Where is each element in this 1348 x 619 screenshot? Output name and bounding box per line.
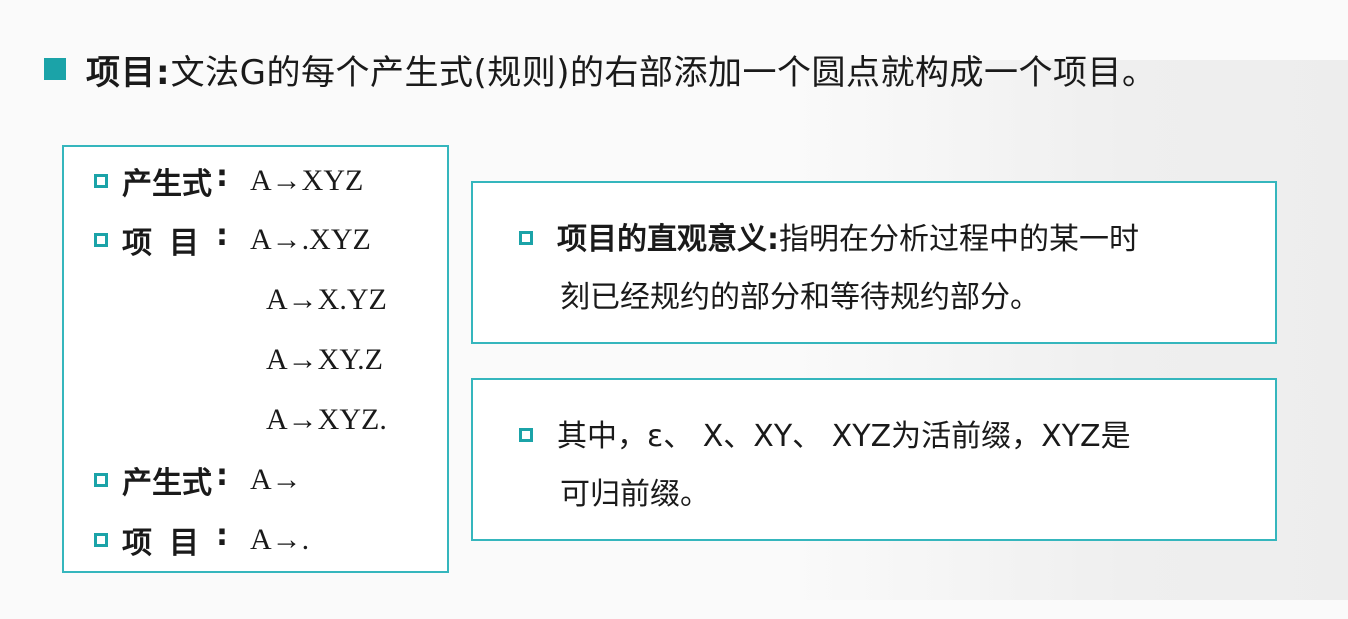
slide-title: 项目: 文法G的每个产生式(规则)的右部添加一个圆点就构成一个项目。 xyxy=(44,44,1156,94)
item-value: A→. xyxy=(250,523,310,556)
item-line: A→XY.Z xyxy=(266,343,383,376)
production-label: 产生式: xyxy=(122,159,228,202)
viable-prefix-text: 其中，ε、 X、XY、 XYZ为活前缀，XYZ是 可归前缀。 xyxy=(519,408,1219,524)
item-row: 项目: A→.XYZ xyxy=(94,218,371,261)
production-value: A→ xyxy=(250,463,302,496)
hollow-square-bullet-icon xyxy=(519,427,533,442)
title-term: 项目: xyxy=(86,52,171,93)
intuitive-meaning-text: 项目的直观意义:指明在分析过程中的某一时 刻已经规约的部分和等待规约部分。 xyxy=(519,211,1219,327)
item-line: A→X.YZ xyxy=(266,283,387,316)
title-definition: 文法G的每个产生式(规则)的右部添加一个圆点就构成一个项目。 xyxy=(170,52,1157,93)
intuitive-meaning-heading: 项目的直观意义: xyxy=(557,222,779,257)
viable-prefix-line2: 可归前缀。 xyxy=(560,477,710,512)
item-value: A→.XYZ xyxy=(250,223,371,256)
hollow-square-bullet-icon xyxy=(94,174,108,188)
title-bullet-square xyxy=(44,58,66,80)
item-line: A→XYZ. xyxy=(266,403,387,436)
intuitive-meaning-line1: 指明在分析过程中的某一时 xyxy=(779,222,1139,257)
hollow-square-bullet-icon xyxy=(94,233,108,247)
intuitive-meaning-line2: 刻已经规约的部分和等待规约部分。 xyxy=(560,280,1040,315)
production-items-box: 产生式: A→XYZ 项目: A→.XYZ A→X.YZ A→XY.Z A→XY… xyxy=(62,145,449,573)
item-row: 项目: A→. xyxy=(94,518,310,561)
hollow-square-bullet-icon xyxy=(94,473,108,487)
hollow-square-bullet-icon xyxy=(94,533,108,547)
production-label: 产生式: xyxy=(122,458,228,501)
production-row: 产生式: A→ xyxy=(94,458,302,501)
intuitive-meaning-box: 项目的直观意义:指明在分析过程中的某一时 刻已经规约的部分和等待规约部分。 xyxy=(471,181,1277,344)
production-value: A→XYZ xyxy=(250,164,364,197)
item-label: 项目: xyxy=(122,518,228,561)
viable-prefix-box: 其中，ε、 X、XY、 XYZ为活前缀，XYZ是 可归前缀。 xyxy=(471,378,1277,541)
production-row: 产生式: A→XYZ xyxy=(94,159,364,202)
item-label: 项目: xyxy=(122,218,228,261)
viable-prefix-line1: 其中，ε、 X、XY、 XYZ为活前缀，XYZ是 xyxy=(557,419,1131,454)
hollow-square-bullet-icon xyxy=(519,230,533,245)
